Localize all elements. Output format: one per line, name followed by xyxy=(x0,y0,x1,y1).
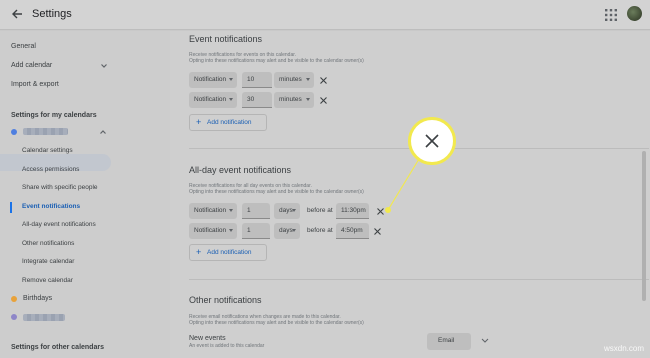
watermark-text: wsxdn.com xyxy=(604,344,645,353)
callout-magnifier xyxy=(408,117,456,165)
close-icon xyxy=(425,134,439,148)
callout-pointer-dot xyxy=(385,207,391,213)
callout-leader-line xyxy=(387,158,420,211)
